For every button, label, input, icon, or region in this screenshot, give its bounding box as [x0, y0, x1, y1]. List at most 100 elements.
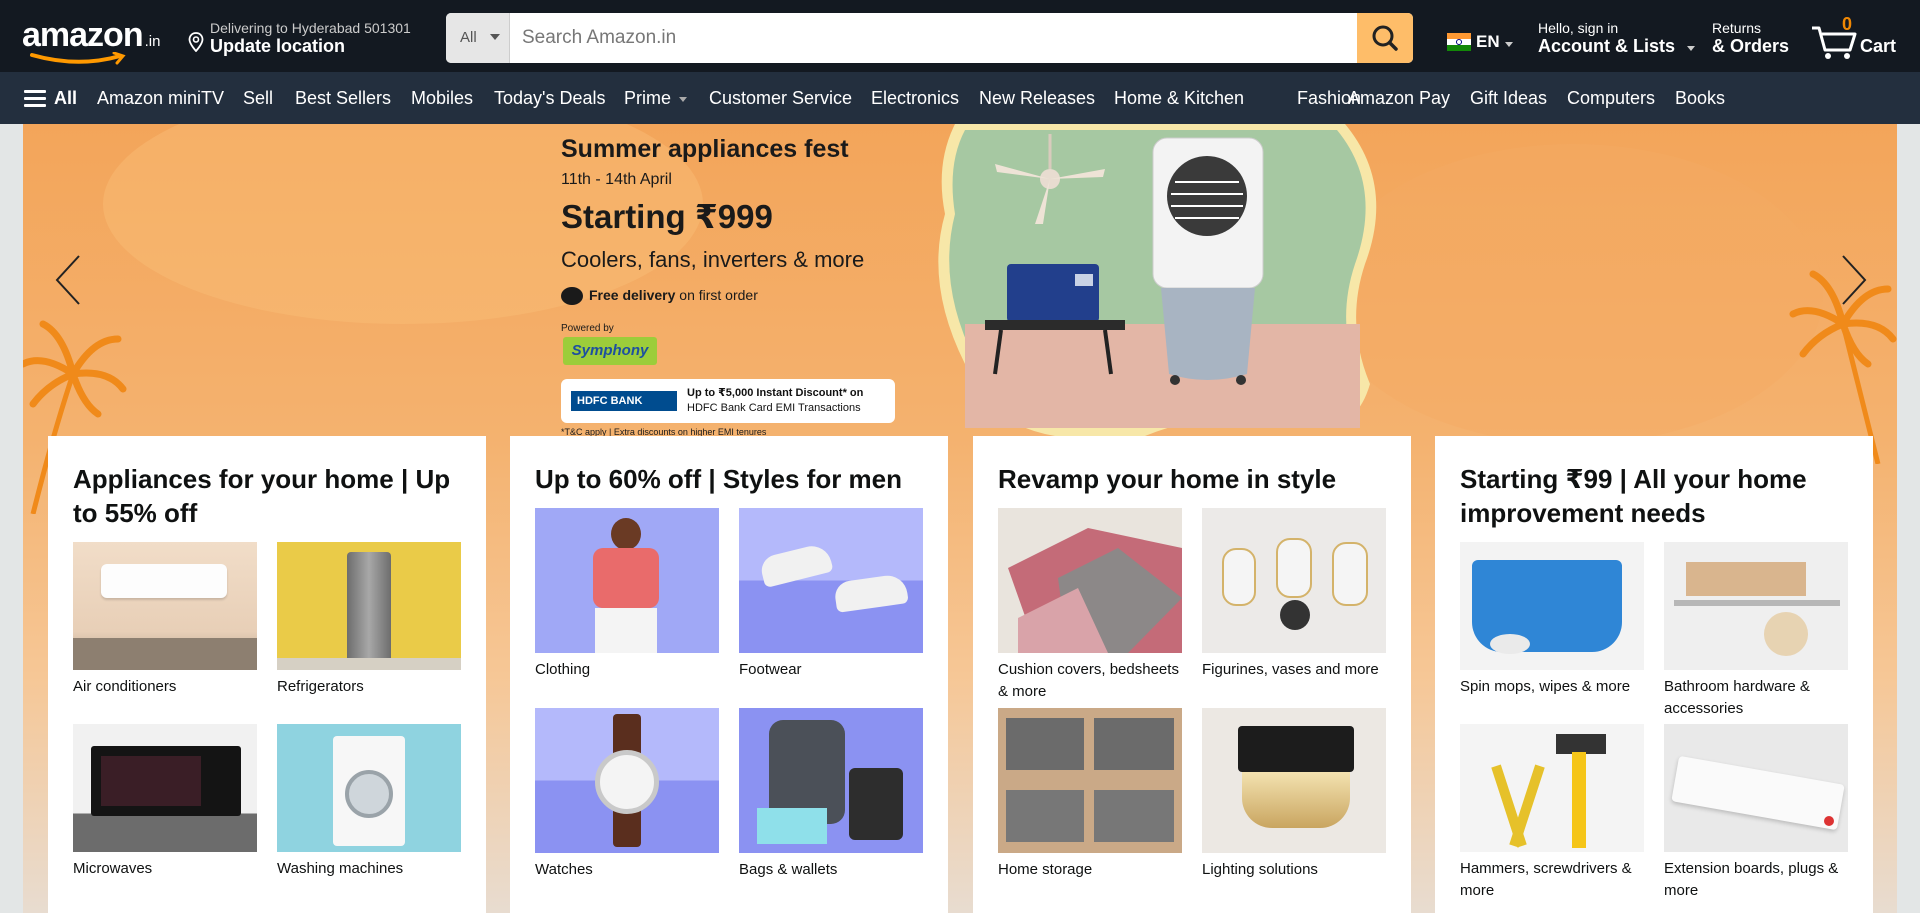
- carousel-next-icon[interactable]: [1839, 252, 1869, 308]
- secondary-navbar: All Amazon miniTV Sell Best Sellers Mobi…: [0, 72, 1920, 124]
- card-appliances: Appliances for your home | Up to 55% off…: [48, 436, 486, 913]
- tile-home-storage[interactable]: Home storage: [998, 708, 1182, 881]
- tile-washing-machines[interactable]: Washing machines: [277, 724, 461, 880]
- tile-clothing[interactable]: Clothing: [535, 508, 719, 681]
- search-bar: All: [446, 13, 1413, 63]
- tile-caption: Lighting solutions: [1202, 861, 1318, 878]
- nav-item-best-sellers[interactable]: Best Sellers: [295, 88, 391, 109]
- tile-microwaves[interactable]: Microwaves: [73, 724, 257, 880]
- figurines-image: [1202, 508, 1386, 653]
- bank-offer-line1: Up to ₹5,000 Instant Discount* on: [687, 387, 864, 399]
- hero-starting-price: Starting ₹999: [561, 198, 773, 235]
- microwave-image: [73, 724, 257, 852]
- nav-item-books[interactable]: Books: [1675, 88, 1725, 109]
- amazon-logo[interactable]: amazon .in: [22, 16, 168, 65]
- hero-title: Summer appliances fest: [561, 135, 849, 163]
- tile-caption: Bags & wallets: [739, 861, 838, 878]
- orders-label: & Orders: [1712, 36, 1790, 56]
- tile-cushion-covers[interactable]: Cushion covers, bedsheets & more: [998, 508, 1182, 703]
- nav-item-gift-ideas[interactable]: Gift Ideas: [1470, 88, 1547, 109]
- nav-item-home-kitchen[interactable]: Home & Kitchen: [1114, 88, 1244, 109]
- storage-image: [998, 708, 1182, 853]
- nav-item-sell[interactable]: Sell: [243, 88, 273, 109]
- rug-image: [998, 508, 1182, 653]
- logo-smile-icon: [30, 52, 126, 65]
- tile-air-conditioners[interactable]: Air conditioners: [73, 542, 257, 698]
- tile-figurines[interactable]: Figurines, vases and more: [1202, 508, 1386, 681]
- hdfc-bank-logo: HDFC BANK: [571, 391, 677, 411]
- air-conditioner-image: [73, 542, 257, 670]
- carousel-prev-icon[interactable]: [53, 252, 83, 308]
- nav-item-prime[interactable]: Prime: [624, 88, 688, 109]
- tools-image: [1460, 724, 1644, 852]
- tile-caption: Clothing: [535, 661, 591, 678]
- account-lists[interactable]: Hello, sign in Account & Lists: [1536, 18, 1696, 58]
- search-category-select[interactable]: All: [446, 13, 510, 63]
- refrigerator-image: [277, 542, 461, 670]
- top-navbar: amazon .in Delivering to Hyderabad 501301…: [0, 0, 1920, 72]
- nav-item-minitv[interactable]: Amazon miniTV: [97, 88, 224, 109]
- footwear-image: [739, 508, 923, 653]
- returns-orders[interactable]: Returns & Orders: [1712, 18, 1802, 58]
- delivery-truck-icon: [561, 287, 583, 306]
- card-title: Revamp your home in style: [998, 464, 1337, 494]
- watch-image: [535, 708, 719, 853]
- free-delivery-label: Free delivery: [589, 287, 676, 303]
- language-selector[interactable]: EN: [1444, 30, 1516, 54]
- tile-hammers[interactable]: Hammers, screwdrivers & more: [1460, 724, 1644, 902]
- nav-item-amazon-pay[interactable]: Amazon Pay: [1348, 88, 1450, 109]
- returns-label: Returns: [1712, 20, 1762, 36]
- nav-item-new-releases[interactable]: New Releases: [979, 88, 1095, 109]
- deliver-location[interactable]: Delivering to Hyderabad 501301 Update lo…: [184, 18, 434, 58]
- chevron-down-icon: [490, 34, 500, 40]
- tile-bathroom-hardware[interactable]: Bathroom hardware & accessories: [1664, 542, 1848, 720]
- tile-footwear[interactable]: Footwear: [739, 508, 923, 681]
- hero-dates: 11th - 14th April: [561, 171, 672, 188]
- hamburger-icon: [24, 90, 46, 111]
- card-title: Up to 60% off | Styles for men: [535, 464, 902, 494]
- tile-caption: Extension boards, plugs & more: [1664, 860, 1839, 899]
- washing-machine-image: [277, 724, 461, 852]
- language-code: EN: [1476, 32, 1500, 51]
- search-input[interactable]: [510, 13, 1353, 63]
- nav-item-computers[interactable]: Computers: [1567, 88, 1655, 109]
- tile-caption: Hammers, screwdrivers & more: [1460, 860, 1632, 899]
- tile-caption: Washing machines: [277, 860, 404, 877]
- tile-caption: Figurines, vases and more: [1202, 661, 1379, 678]
- tile-caption: Refrigerators: [277, 678, 364, 695]
- tile-refrigerators[interactable]: Refrigerators: [277, 542, 461, 698]
- search-button[interactable]: [1357, 13, 1413, 63]
- tile-caption: Spin mops, wipes & more: [1460, 678, 1631, 695]
- sign-in-greeting: Hello, sign in: [1538, 20, 1619, 36]
- card-title: Starting ₹99 | All your home improvement…: [1460, 464, 1807, 528]
- card-title: Appliances for your home | Up to 55% off: [73, 464, 451, 528]
- logo-suffix: .in: [144, 33, 161, 50]
- chevron-down-icon: [1687, 46, 1695, 51]
- tile-caption: Cushion covers, bedsheets & more: [998, 661, 1179, 700]
- tile-watches[interactable]: Watches: [535, 708, 719, 881]
- nav-item-customer-service[interactable]: Customer Service: [709, 88, 852, 109]
- nav-item-electronics[interactable]: Electronics: [871, 88, 959, 109]
- nav-item-todays-deals[interactable]: Today's Deals: [494, 88, 606, 109]
- powered-by: Powered by: [561, 323, 614, 334]
- tile-lighting[interactable]: Lighting solutions: [1202, 708, 1386, 881]
- hero-decoration: [1323, 144, 1823, 444]
- cart-button[interactable]: 0 Cart: [1810, 12, 1910, 62]
- symphony-logo: Symphony: [563, 337, 657, 365]
- clothing-image: [535, 508, 719, 653]
- logo-wordmark: amazon: [22, 16, 144, 54]
- card-home-style: Revamp your home in style Cushion covers…: [973, 436, 1411, 913]
- tile-caption: Footwear: [739, 661, 802, 678]
- hero-subtitle: Coolers, fans, inverters & more: [561, 247, 865, 272]
- hero-delivery: Free delivery on first order: [561, 287, 758, 306]
- nav-item-mobiles[interactable]: Mobiles: [411, 88, 473, 109]
- hdfc-offer-badge: HDFC BANK Up to ₹5,000 Instant Discount*…: [561, 379, 895, 423]
- tile-extension-boards[interactable]: Extension boards, plugs & more: [1664, 724, 1848, 902]
- tile-bags-wallets[interactable]: Bags & wallets: [739, 708, 923, 881]
- extension-board-image: [1664, 724, 1848, 852]
- tile-spin-mops[interactable]: Spin mops, wipes & more: [1460, 542, 1644, 698]
- tile-caption: Bathroom hardware & accessories: [1664, 678, 1810, 717]
- lighting-image: [1202, 708, 1386, 853]
- update-location: Update location: [210, 36, 346, 56]
- tile-caption: Air conditioners: [73, 678, 177, 695]
